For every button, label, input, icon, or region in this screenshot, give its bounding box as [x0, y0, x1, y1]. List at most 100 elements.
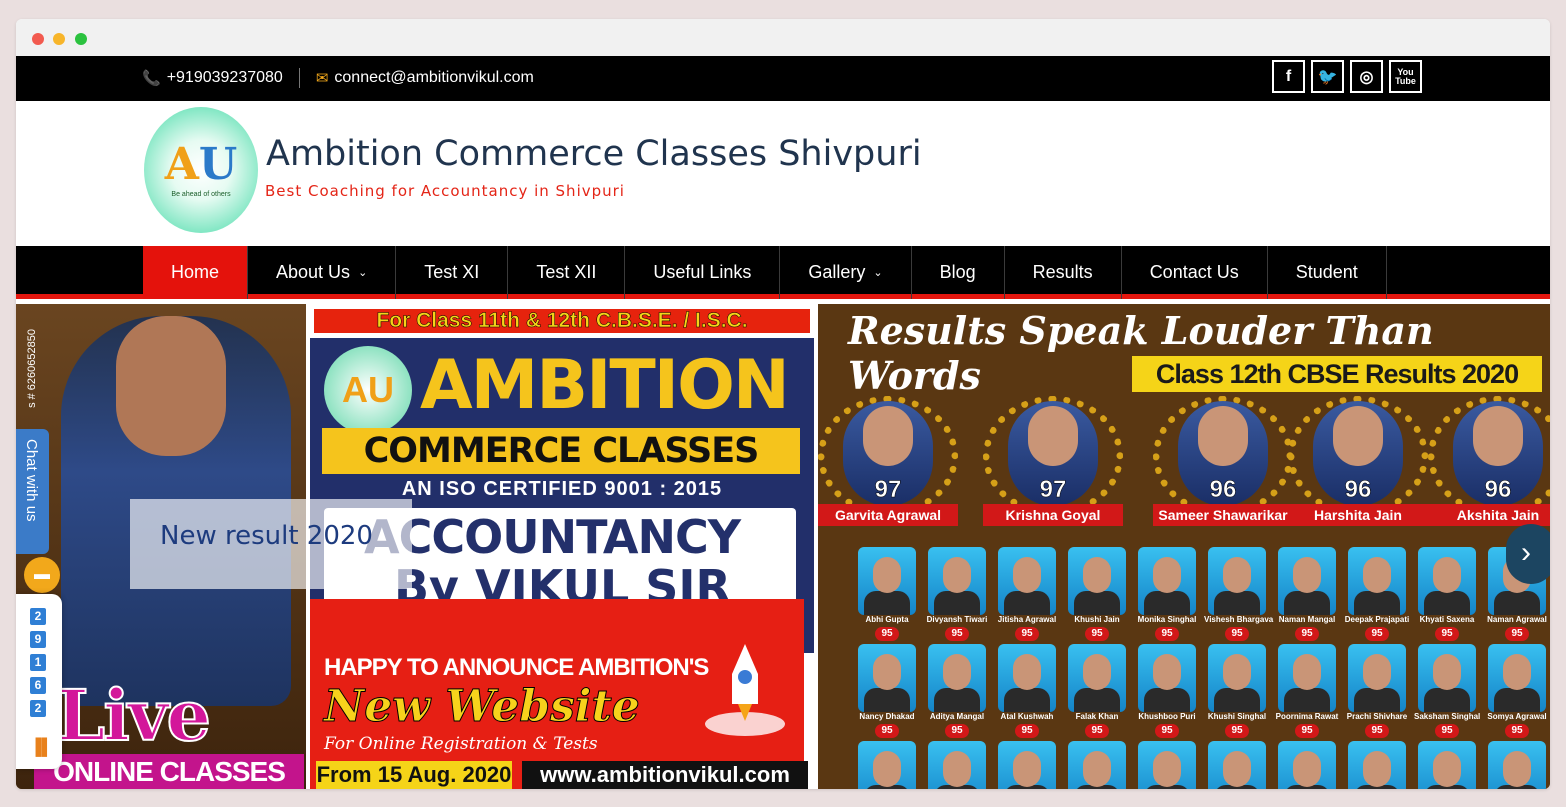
topper-face	[1028, 406, 1078, 466]
visitor-counter: 2 9 1 6 2 ▐▌	[16, 594, 62, 769]
student-name: Jitisha Agrawal	[997, 615, 1057, 624]
chevron-down-icon: ⌄	[873, 267, 883, 279]
student-face	[1013, 751, 1041, 787]
student-face	[1223, 751, 1251, 787]
student-face	[1363, 654, 1391, 690]
twitter-icon[interactable]: 🐦	[1311, 60, 1344, 93]
registration-text: For Online Registration & Tests	[324, 734, 598, 754]
student-name: Khyati Saxena	[1419, 615, 1475, 624]
student-score: 95	[1435, 724, 1459, 738]
student-face	[1013, 654, 1041, 690]
chat-with-us-tab[interactable]: Chat with us	[16, 429, 49, 554]
nav-item-student[interactable]: Student	[1268, 246, 1387, 299]
contact-info: 📞 +919039237080 ✉ connect@ambitionvikul.…	[142, 68, 534, 88]
instagram-icon[interactable]: ◎	[1350, 60, 1383, 93]
nav-item-useful-links[interactable]: Useful Links	[625, 246, 781, 299]
topper-face	[1333, 406, 1383, 466]
student-score: 95	[1505, 627, 1529, 641]
student-name: Monika Singhal	[1137, 615, 1197, 624]
student-name: Atal Kushwah	[1000, 712, 1054, 721]
student-card	[1418, 741, 1476, 789]
student-card: Khushi Singhal 95	[1208, 644, 1266, 740]
nav-menu: Home About Us ⌄ Test XI Test XII Useful L…	[143, 246, 1387, 299]
student-card	[1488, 741, 1546, 789]
student-body	[1144, 591, 1190, 615]
student-card	[1208, 741, 1266, 789]
bar-chart-icon[interactable]: ▐▌	[30, 739, 53, 757]
nav-label: Test XI	[424, 262, 480, 282]
slide-results-panel: Results Speak Louder Than Words Class 12…	[818, 304, 1550, 789]
student-body	[1144, 688, 1190, 712]
topper-card: 97 Garvita Agrawal	[818, 396, 958, 526]
student-face	[873, 557, 901, 593]
student-card: Poornima Rawat 95	[1276, 644, 1338, 740]
minimize-window-icon[interactable]	[53, 33, 65, 45]
slide-caption-text: New result 2020	[160, 521, 373, 551]
student-face	[943, 751, 971, 787]
announce-text: HAPPY TO ANNOUNCE AMBITION'S	[324, 654, 709, 681]
site-logo[interactable]: AU Be ahead of others	[144, 107, 258, 233]
site-title[interactable]: Ambition Commerce Classes Shivpuri	[266, 134, 922, 174]
student-score: 95	[1365, 627, 1389, 641]
nav-item-contact-us[interactable]: Contact Us	[1122, 246, 1268, 299]
student-card: Khushboo Puri 95	[1138, 644, 1196, 740]
student-name: Abhi Gupta	[865, 615, 909, 624]
student-card: Naman Mangal 95	[1278, 547, 1336, 643]
nav-item-test-xii[interactable]: Test XII	[508, 246, 626, 299]
chat-bubble-icon[interactable]: ▬	[24, 557, 60, 593]
student-body	[1214, 688, 1260, 712]
phone-number[interactable]: +919039237080	[167, 69, 283, 87]
poster-logo: AU	[324, 346, 412, 434]
site-tagline: Best Coaching for Accountancy in Shivpur…	[265, 182, 625, 200]
student-body	[864, 591, 910, 615]
student-face	[1433, 751, 1461, 787]
counter-digit: 2	[30, 700, 46, 717]
chat-tab-label: Chat with us	[23, 439, 40, 522]
nav-label: Test XII	[536, 262, 597, 282]
student-body	[1074, 688, 1120, 712]
student-score: 95	[1015, 627, 1039, 641]
rocket-icon	[705, 644, 785, 736]
hero-slider[interactable]: Live ONLINE CLASSES For Class 11th & 12t…	[16, 304, 1550, 789]
student-name: Naman Agrawal	[1487, 615, 1547, 624]
student-score: 95	[1085, 724, 1109, 738]
nav-item-about-us[interactable]: About Us ⌄	[248, 246, 397, 299]
slide-caption[interactable]: New result 2020	[130, 499, 412, 589]
nav-item-results[interactable]: Results	[1005, 246, 1122, 299]
student-name: Prachi Shivhare	[1346, 712, 1408, 721]
student-score: 95	[1505, 724, 1529, 738]
launch-date: From 15 Aug. 2020	[316, 761, 512, 789]
nav-item-gallery[interactable]: Gallery ⌄	[780, 246, 912, 299]
browser-window: 📞 +919039237080 ✉ connect@ambitionvikul.…	[16, 19, 1550, 789]
student-body	[1354, 591, 1400, 615]
student-face	[1503, 751, 1531, 787]
student-name: Khushi Jain	[1074, 615, 1120, 624]
social-links: f 🐦 ◎ You Tube	[1272, 60, 1422, 93]
student-score: 95	[1435, 627, 1459, 641]
student-card: Aditya Mangal 95	[928, 644, 986, 740]
nav-label: Student	[1295, 262, 1358, 282]
chevron-right-icon[interactable]: ›	[1506, 524, 1550, 584]
phone-icon: 📞	[142, 70, 161, 87]
close-window-icon[interactable]	[32, 33, 44, 45]
facebook-icon[interactable]: f	[1272, 60, 1305, 93]
student-body	[1284, 688, 1330, 712]
student-card: Vishesh Bhargava 95	[1204, 547, 1273, 643]
nav-item-home[interactable]: Home	[143, 246, 249, 299]
student-body	[864, 688, 910, 712]
nav-item-blog[interactable]: Blog	[912, 246, 1005, 299]
envelope-icon: ✉	[315, 70, 329, 87]
email-link[interactable]: connect@ambitionvikul.com	[334, 69, 533, 87]
nav-item-test-xi[interactable]: Test XI	[396, 246, 509, 299]
topper-name: Harshita Jain	[1288, 504, 1428, 526]
student-score: 95	[945, 627, 969, 641]
student-score: 95	[1015, 724, 1039, 738]
site-header: AU Be ahead of others Ambition Commerce …	[16, 101, 1550, 246]
nav-label: Home	[171, 262, 220, 282]
topper-card: 96 Harshita Jain	[1288, 396, 1428, 526]
youtube-icon[interactable]: You Tube	[1389, 60, 1422, 93]
maximize-window-icon[interactable]	[75, 33, 87, 45]
vertical-phone-text: s # 6260652850	[26, 329, 38, 408]
counter-digit: 9	[30, 631, 46, 648]
student-face	[943, 557, 971, 593]
